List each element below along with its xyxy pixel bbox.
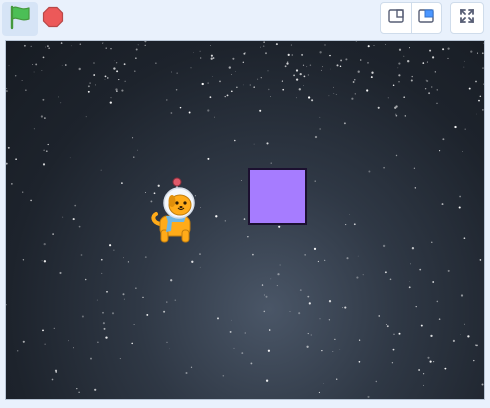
purple-square-sprite[interactable] xyxy=(248,168,307,225)
green-flag-button[interactable] xyxy=(2,2,38,36)
stop-button[interactable] xyxy=(38,2,68,36)
dog-astronaut-sprite[interactable] xyxy=(146,176,202,246)
stop-icon xyxy=(42,6,64,33)
green-flag-icon xyxy=(7,4,33,35)
space-backdrop xyxy=(6,41,484,398)
small-stage-button[interactable] xyxy=(381,3,411,33)
normal-stage-icon xyxy=(418,8,434,28)
fullscreen-button[interactable] xyxy=(450,2,484,34)
stage-toolbar xyxy=(0,0,490,40)
fullscreen-icon xyxy=(459,8,475,29)
normal-stage-button[interactable] xyxy=(410,3,442,33)
small-stage-icon xyxy=(388,8,404,28)
stage-size-toggle xyxy=(380,2,442,34)
stage-canvas[interactable] xyxy=(5,40,485,400)
